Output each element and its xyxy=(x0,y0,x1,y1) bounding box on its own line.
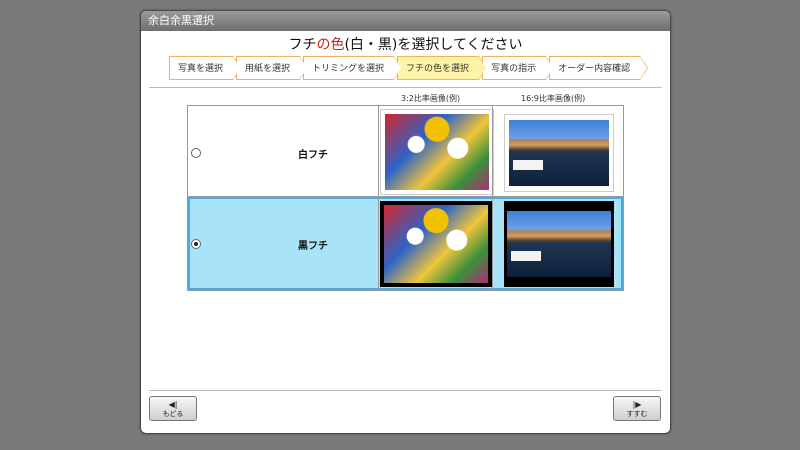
sample-3-2-white xyxy=(380,109,494,195)
step-select-photo: 写真を選択 xyxy=(169,56,242,80)
heading-prefix: フチ xyxy=(288,37,317,53)
column-header-16-9: 16:9比率画像(例) xyxy=(521,94,586,103)
option-row-black[interactable]: 黒フチ xyxy=(188,197,623,290)
divider-top xyxy=(149,87,662,88)
sample-3-2-black xyxy=(380,201,492,287)
option-label-black: 黒フチ xyxy=(298,241,328,252)
step-select-frame-color: フチの色を選択 xyxy=(397,56,488,80)
column-header-3-2: 3:2比率画像(例) xyxy=(401,94,461,103)
window-title: 余白余黒選択 xyxy=(141,11,670,31)
boat-shape xyxy=(511,251,541,261)
harbor-photo xyxy=(507,211,611,277)
radio-white-frame[interactable] xyxy=(191,148,201,158)
boat-shape xyxy=(513,160,543,170)
step-photo-instructions: 写真の指示 xyxy=(482,56,555,80)
next-button-label: すすむ xyxy=(626,410,648,418)
step-select-trimming: トリミングを選択 xyxy=(303,56,403,80)
sample-16-9-black xyxy=(504,201,614,287)
harbor-photo xyxy=(509,120,609,186)
option-label-white: 白フチ xyxy=(298,150,328,161)
sample-16-9-white xyxy=(504,114,614,192)
step-progress: 写真を選択 用紙を選択 トリミングを選択 フチの色を選択 写真の指示 オーダー内… xyxy=(169,56,649,82)
page-heading: フチの色(白・黒)を選択してください xyxy=(141,34,670,54)
table-divider-1 xyxy=(378,106,379,290)
back-button[interactable]: ◀| もどる xyxy=(149,396,197,421)
radio-black-frame[interactable] xyxy=(191,239,201,249)
next-button[interactable]: |▶ すすむ xyxy=(613,396,661,421)
back-arrow-icon: ◀| xyxy=(168,400,178,409)
option-row-white[interactable]: 白フチ xyxy=(188,106,623,197)
step-select-paper: 用紙を選択 xyxy=(236,56,309,80)
step-order-confirm: オーダー内容確認 xyxy=(549,56,649,80)
heading-highlight: の色 xyxy=(316,37,345,53)
clown-photo xyxy=(385,114,489,190)
divider-bottom xyxy=(149,390,662,391)
table-divider-2 xyxy=(492,106,493,290)
back-button-label: もどる xyxy=(162,410,184,418)
frame-option-table: 白フチ 黒フチ xyxy=(187,105,624,291)
frame-color-dialog: 余白余黒選択 フチの色(白・黒)を選択してください 写真を選択 用紙を選択 トリ… xyxy=(140,10,671,434)
clown-photo xyxy=(384,205,488,283)
heading-suffix: (白・黒)を選択してください xyxy=(344,37,523,53)
next-arrow-icon: |▶ xyxy=(632,400,642,409)
